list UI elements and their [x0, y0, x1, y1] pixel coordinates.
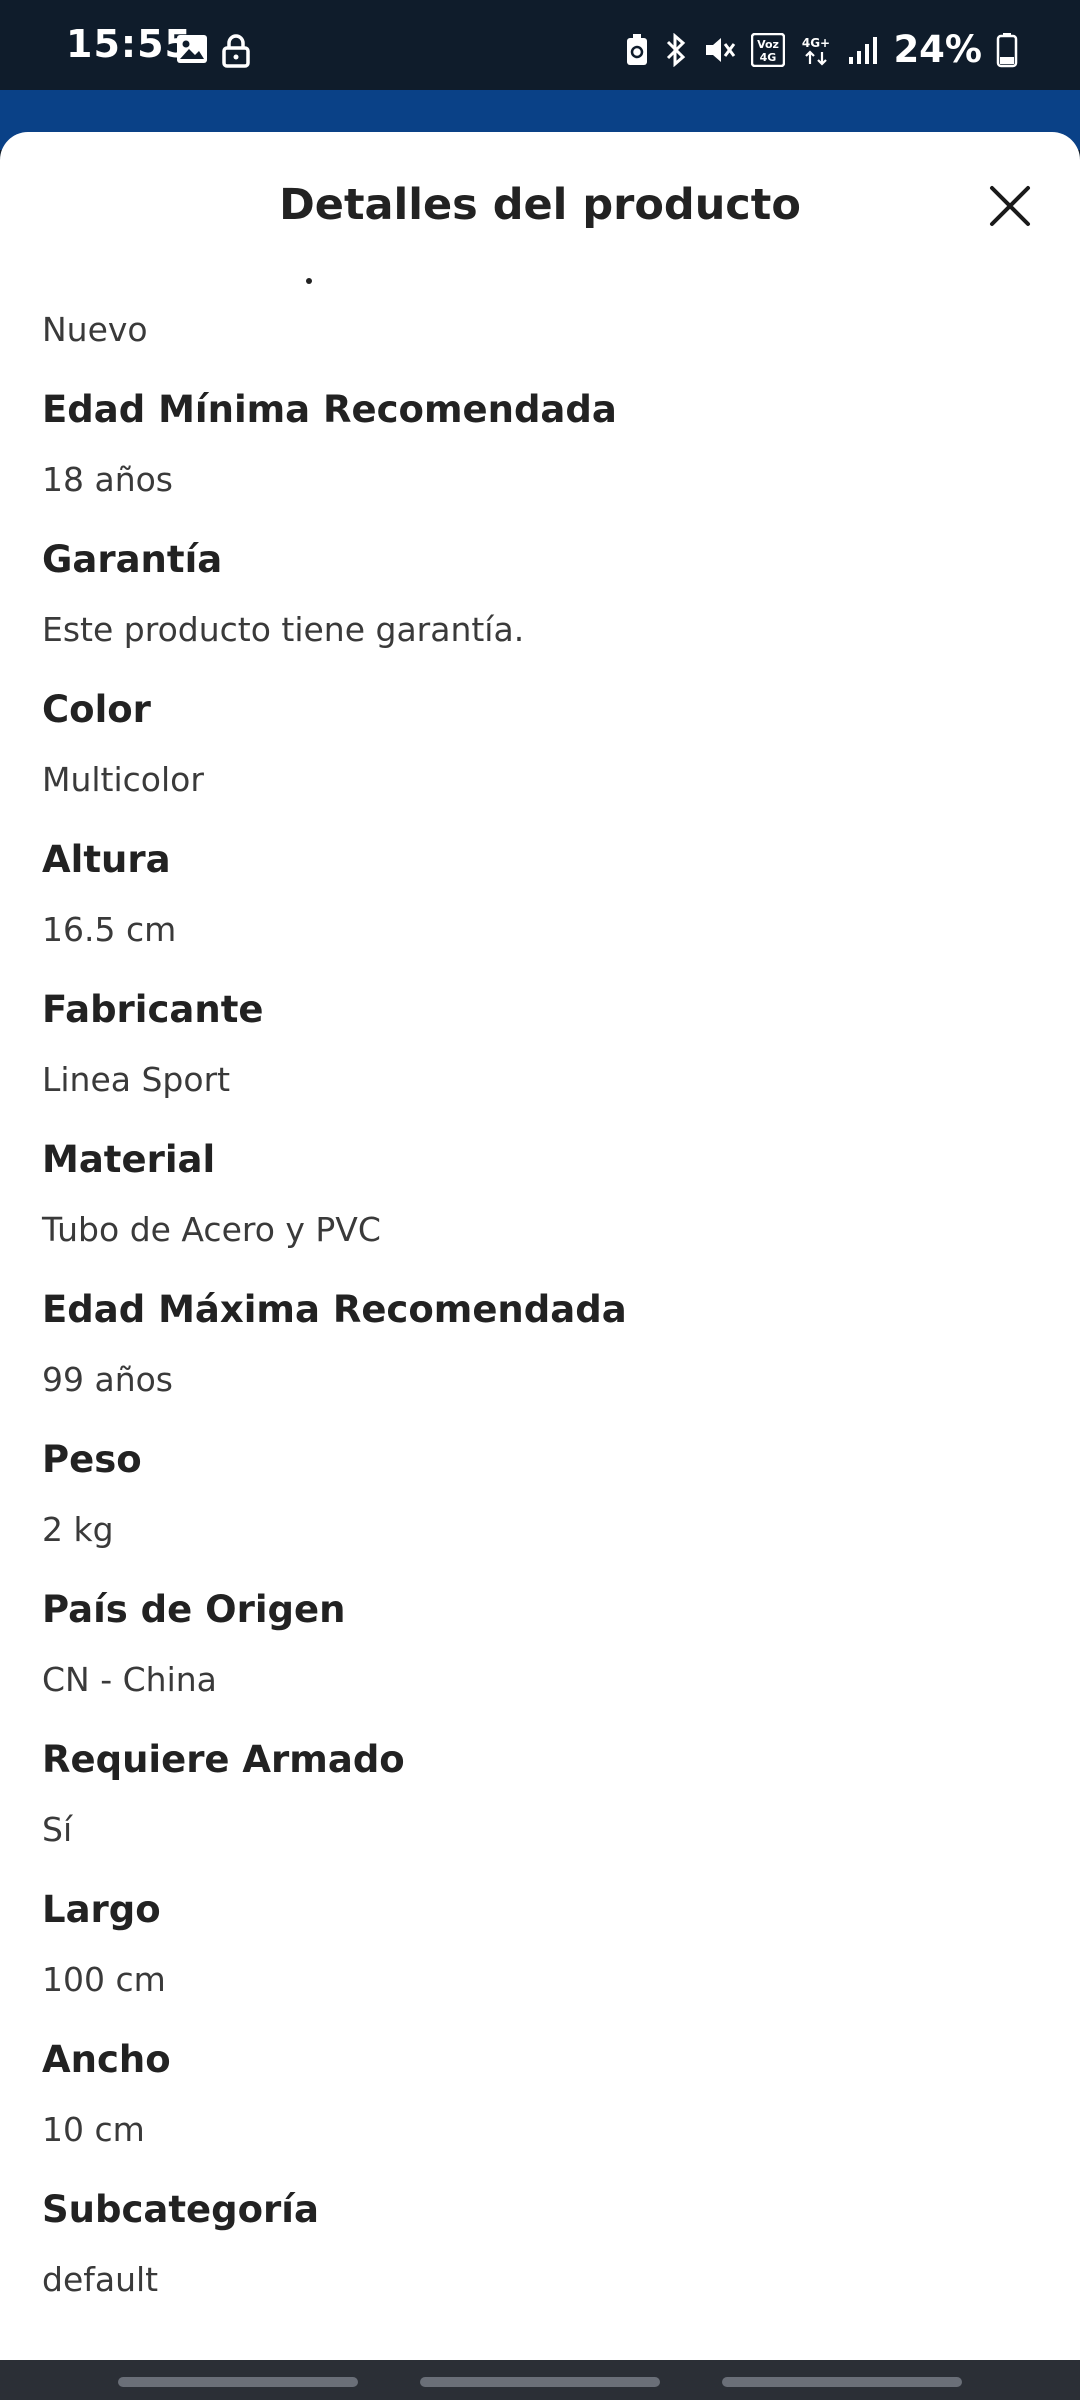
svg-text:4G: 4G [760, 51, 777, 64]
image-icon [177, 35, 207, 63]
detail-value: Sí [42, 1810, 73, 1849]
svg-text:4G+: 4G+ [802, 36, 830, 50]
detail-value: 100 cm [42, 1960, 166, 1999]
detail-label: Edad Máxima Recomendada [42, 1288, 627, 1331]
detail-label: Material [42, 1138, 216, 1181]
status-right-icons: Voz 4G 4G+ 24% [625, 28, 1018, 71]
bluetooth-icon [667, 32, 686, 67]
volte-icon: Voz 4G [751, 32, 786, 67]
sheet-header: Detalles del producto [0, 132, 1080, 272]
signal-icon [849, 36, 878, 64]
system-nav-bar [0, 2360, 1080, 2400]
detail-value: default [42, 2260, 159, 2299]
battery-icon [996, 32, 1018, 67]
detail-label: Peso [42, 1438, 142, 1481]
detail-label: Altura [42, 838, 171, 881]
status-time: 15:55 [66, 22, 192, 66]
nav-recents-handle[interactable] [118, 2377, 358, 2387]
detail-value: 16.5 cm [42, 910, 177, 949]
detail-value: Tubo de Acero y PVC [42, 1210, 381, 1249]
detail-value: Este producto tiene garantía. [42, 610, 525, 649]
status-bar: 15:55 Voz 4G 4G+ 24% [0, 0, 1080, 90]
svg-text:Voz: Voz [758, 38, 780, 51]
detail-label: Color [42, 688, 151, 731]
mute-icon [706, 37, 736, 62]
detail-value: Multicolor [42, 760, 204, 799]
detail-value-condition: Nuevo [42, 310, 148, 349]
close-icon[interactable] [986, 182, 1034, 230]
detail-label: Fabricante [42, 988, 264, 1031]
detail-label: Largo [42, 1888, 161, 1931]
lock-icon [222, 34, 250, 68]
detail-value: 18 años [42, 460, 174, 499]
sheet-title: Detalles del producto [279, 180, 801, 230]
detail-label: Edad Mínima Recomendada [42, 388, 617, 431]
product-details-sheet: Detalles del producto Nuevo Edad Mínima … [0, 132, 1080, 2360]
detail-label: Subcategoría [42, 2188, 319, 2231]
status-left-icons [176, 34, 250, 68]
detail-label: Ancho [42, 2038, 171, 2081]
detail-label: País de Origen [42, 1588, 346, 1631]
detail-value: CN - China [42, 1660, 217, 1699]
detail-value: 99 años [42, 1360, 174, 1399]
detail-label: Garantía [42, 538, 223, 581]
detail-value: 2 kg [42, 1510, 114, 1549]
network-4g-icon: 4G+ [802, 36, 831, 66]
detail-value: 10 cm [42, 2110, 145, 2149]
scrolled-text-remnant [306, 278, 312, 284]
detail-value: Linea Sport [42, 1060, 231, 1099]
battery-percent: 24% [893, 28, 982, 71]
nav-back-handle[interactable] [722, 2377, 962, 2387]
battery-saver-icon [627, 33, 648, 65]
detail-label: Requiere Armado [42, 1738, 405, 1781]
nav-home-handle[interactable] [420, 2377, 660, 2387]
